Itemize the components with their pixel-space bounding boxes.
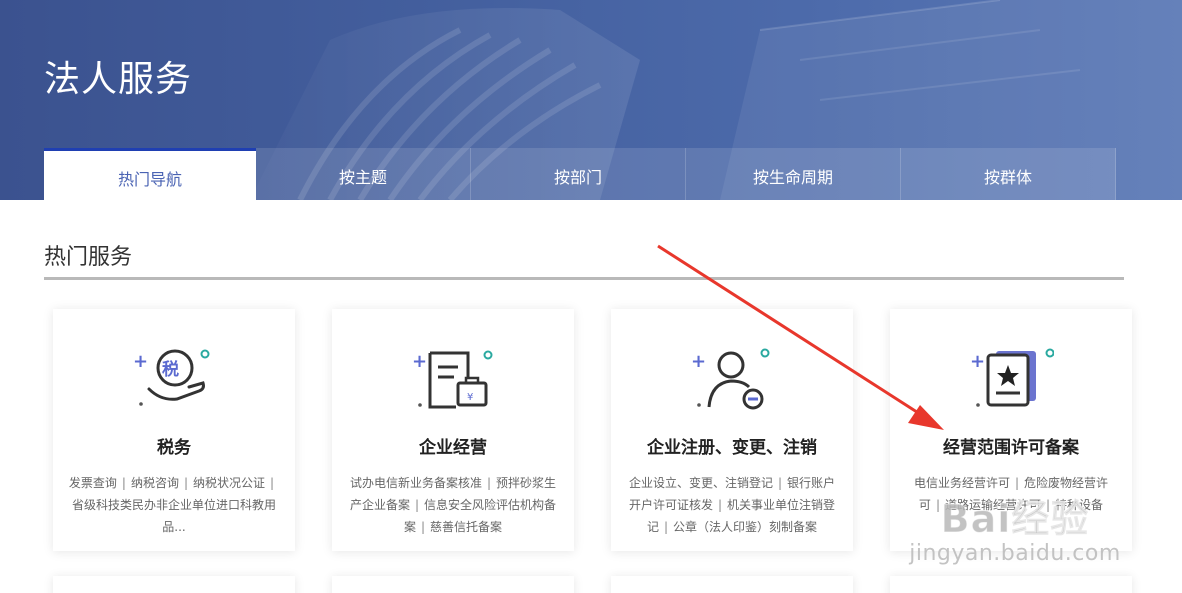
service-card-next-row[interactable] [332,576,574,593]
link-tax-consult[interactable]: 纳税咨询 [131,476,179,490]
tab-hot-navigation[interactable]: 热门导航 [44,148,256,200]
watermark-url: jingyan.baidu.com [909,541,1121,566]
card-links: 发票查询 | 纳税咨询 | 纳税状况公证 |省级科技类民办非企业单位进口科教用品... [68,476,276,534]
link-enterprise-registration[interactable]: 企业设立、变更、注销登记 [629,476,773,490]
tax-hand-icon: + 税 [133,349,210,406]
section-title: 热门服务 [44,245,133,270]
card-links: 企业设立、变更、注销登记 | 银行账户开户许可证核发 | 机关事业单位注销登记 | 公章（法… [628,476,836,534]
service-card-business-operation[interactable]: + ¥ 企业经营 试办电信新业务备案核准 | 预拌砂浆生产企业备案 | 信息安全风险评估… [332,309,574,551]
svg-text:+: + [412,351,427,372]
service-card-registration[interactable]: + 企业注册、变更、注销 企业设立、变更、注销登记 | 银行账户开户许可证核发 | 机关… [611,309,853,551]
watermark-logo-text: Bai经验 [940,497,1090,542]
service-card-tax[interactable]: + 税 税务 发票查询 | 纳税咨询 | 纳税状况公证 |省级科技类民办非企业单位进口科教… [53,309,295,551]
svg-text:+: + [133,351,148,372]
service-tabs: 热门导航 按主题 按部门 按生命周期 按群体 [44,148,1116,200]
document-briefcase-icon: + ¥ [412,350,493,409]
card-links: 试办电信新业务备案核准 | 预拌砂浆生产企业备案 | 信息安全风险评估机构备案 | 慈善信托… [349,476,557,534]
tab-by-lifecycle[interactable]: 按生命周期 [686,148,901,200]
link-telecom-filing[interactable]: 试办电信新业务备案核准 [350,476,482,490]
page-title: 法人服务 [44,59,193,100]
svg-text:税: 税 [162,359,179,380]
link-import-edu-goods[interactable]: 省级科技类民办非企业单位进口科教用品... [72,498,276,534]
card-title: 税务 [157,438,191,458]
card-title: 经营范围许可备案 [943,438,1079,458]
svg-text:+: + [970,351,985,372]
header-banner: 法人服务 热门导航 按主题 按部门 按生命周期 按群体 [0,0,1182,200]
card-title: 企业经营 [419,438,487,458]
svg-text:¥: ¥ [467,392,473,403]
link-seal-filing[interactable]: 公章（法人印鉴）刻制备案 [673,520,817,534]
tab-by-group[interactable]: 按群体 [901,148,1116,200]
service-card-next-row[interactable] [611,576,853,593]
link-charity-trust[interactable]: 慈善信托备案 [430,520,502,534]
link-invoice-query[interactable]: 发票查询 [69,476,117,490]
card-title: 企业注册、变更、注销 [647,438,817,458]
star-certificate-icon: + [970,348,1054,407]
service-card-next-row[interactable] [53,576,295,593]
section-divider [44,277,1124,280]
tab-by-topic[interactable]: 按主题 [256,148,471,200]
baidu-jingyan-watermark: Bai经验 jingyan.baidu.com [900,488,1130,593]
link-tax-status-proof[interactable]: 纳税状况公证 [193,476,265,490]
svg-text:+: + [691,351,706,372]
user-minus-icon: + [691,348,770,410]
tab-by-department[interactable]: 按部门 [471,148,686,200]
